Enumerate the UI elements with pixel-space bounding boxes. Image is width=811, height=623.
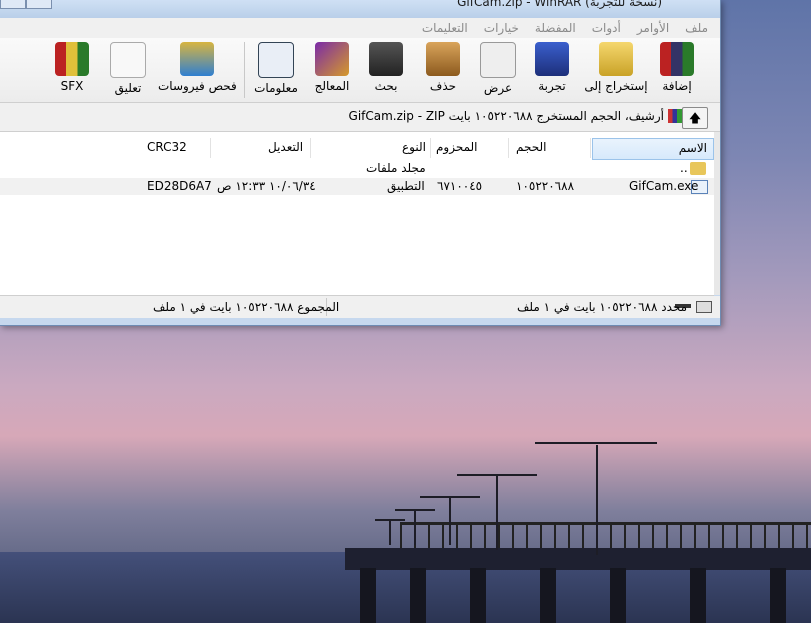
find-button[interactable]: بحث — [364, 42, 408, 93]
info-icon — [258, 42, 294, 78]
column-packed-label: المحزوم — [436, 140, 478, 154]
folder-icon — [690, 162, 706, 175]
pier-leg — [610, 568, 626, 623]
file-list-header: الاسم الحجم المحزوم النوع التعديل CRC32 — [0, 138, 714, 160]
menu-favorites[interactable]: المفضلة — [535, 21, 576, 35]
column-name[interactable]: الاسم — [592, 138, 714, 160]
menu-options[interactable]: خيارات — [484, 21, 519, 35]
delete-label: حذف — [429, 79, 457, 93]
toolbar: إضافة إستخراج إلى تجربة عرض حذف بحث المع… — [0, 38, 720, 103]
address-bar: 🡅 GifCam.zip - ZIP أرشيف، الحجم المستخرج… — [0, 103, 720, 132]
column-type[interactable]: النوع — [312, 138, 431, 158]
info-button[interactable]: معلومات — [252, 42, 300, 95]
pier-leg — [770, 568, 786, 623]
wizard-label: المعالج — [314, 79, 350, 93]
zip-archive-icon — [668, 109, 682, 123]
wizard-button[interactable]: المعالج — [310, 42, 354, 93]
add-archive-icon — [660, 42, 694, 76]
file-name: GifCam.exe — [629, 179, 699, 193]
column-crc32[interactable]: CRC32 — [142, 138, 211, 158]
sfx-label: SFX — [60, 79, 84, 93]
archive-path: GifCam.zip - ZIP أرشيف، الحجم المستخرج ١… — [348, 109, 664, 123]
close-button[interactable] — [0, 0, 26, 9]
pier-leg — [410, 568, 426, 623]
test-label: تجربة — [538, 79, 566, 93]
test-button[interactable]: تجربة — [530, 42, 574, 93]
menu-bar: ملف الأوامر أدوات المفضلة خيارات التعليم… — [0, 18, 720, 39]
virus-scan-button[interactable]: فحص فيروسات — [158, 42, 237, 93]
extract-to-label: إستخراج إلى — [584, 79, 648, 93]
file-modified: ١٠/٠٦/٣٤ ١٢:٣٣ ص — [217, 179, 316, 193]
drive-icon — [696, 301, 712, 313]
column-size-label: الحجم — [516, 140, 547, 154]
sfx-button[interactable]: SFX — [50, 42, 94, 93]
pier-leg — [540, 568, 556, 623]
virus-scan-label: فحص فيروسات — [158, 79, 237, 93]
find-label: بحث — [374, 79, 398, 93]
delete-button[interactable]: حذف — [421, 42, 465, 93]
column-type-label: النوع — [402, 140, 426, 154]
add-label: إضافة — [662, 79, 692, 93]
approach-light-towers — [375, 442, 657, 555]
list-item-parent-folder[interactable]: .. مجلد ملفات — [0, 160, 714, 177]
file-type: التطبيق — [387, 179, 425, 193]
sfx-icon — [55, 42, 89, 76]
status-total: المجموع ١٠٥٢٢٠٦٨٨ بايت في ١ ملف — [153, 300, 340, 314]
add-button[interactable]: إضافة — [655, 42, 699, 93]
status-selected: محدد ١٠٥٢٢٠٦٨٨ بايت في ١ ملف — [517, 300, 688, 314]
status-bar: محدد ١٠٥٢٢٠٦٨٨ بايت في ١ ملف المجموع ١٠٥… — [0, 296, 720, 318]
file-type: مجلد ملفات — [366, 161, 426, 175]
list-item-gifcam-exe[interactable]: GifCam.exe ١٠٥٢٢٠٦٨٨ ٦٧١٠٠٤٥ التطبيق ١٠/… — [0, 178, 714, 195]
winrar-window: GifCam.zip - WinRAR (نسخة للتجربة) ملف ا… — [0, 0, 721, 326]
extract-to-button[interactable]: إستخراج إلى — [583, 42, 649, 93]
menu-file[interactable]: ملف — [685, 21, 708, 35]
column-modified-label: التعديل — [268, 140, 304, 154]
column-packed[interactable]: المحزوم — [432, 138, 509, 158]
file-crc32: ED28D6A7 — [147, 179, 212, 193]
file-list[interactable]: الاسم الحجم المحزوم النوع التعديل CRC32 … — [0, 132, 714, 296]
find-icon — [369, 42, 403, 76]
column-size[interactable]: الحجم — [510, 138, 591, 158]
info-label: معلومات — [254, 81, 298, 95]
up-one-level-button[interactable]: 🡅 — [682, 107, 708, 129]
column-name-label: الاسم — [678, 141, 707, 155]
file-packed: ٦٧١٠٠٤٥ — [437, 179, 483, 193]
view-button[interactable]: عرض — [476, 42, 520, 95]
file-name: .. — [680, 161, 688, 175]
extract-to-icon — [599, 42, 633, 76]
window-title: GifCam.zip - WinRAR (نسخة للتجربة) — [457, 0, 662, 9]
vertical-scrollbar[interactable] — [714, 132, 720, 295]
pier-leg — [360, 568, 376, 623]
column-crc32-label: CRC32 — [147, 140, 187, 154]
column-modified[interactable]: التعديل — [212, 138, 311, 158]
view-label: عرض — [483, 81, 513, 95]
pier-leg — [690, 568, 706, 623]
maximize-button[interactable] — [26, 0, 52, 9]
menu-tools[interactable]: أدوات — [592, 21, 621, 35]
view-icon — [480, 42, 516, 78]
virus-scan-icon — [180, 42, 214, 76]
menu-commands[interactable]: الأوامر — [637, 21, 669, 35]
pier-leg — [470, 568, 486, 623]
delete-icon — [426, 42, 460, 76]
comment-icon — [110, 42, 146, 78]
toolbar-separator — [244, 42, 245, 98]
test-icon — [535, 42, 569, 76]
wizard-icon — [315, 42, 349, 76]
menu-help[interactable]: التعليمات — [422, 21, 468, 35]
comment-button[interactable]: تعليق — [106, 42, 150, 95]
file-size: ١٠٥٢٢٠٦٨٨ — [516, 179, 575, 193]
title-bar[interactable]: GifCam.zip - WinRAR (نسخة للتجربة) — [0, 0, 720, 18]
comment-label: تعليق — [114, 81, 142, 95]
